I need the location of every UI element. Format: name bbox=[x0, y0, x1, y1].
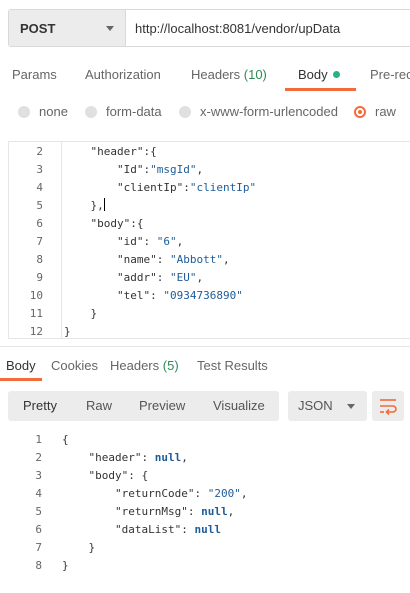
visualize-button[interactable]: Visualize bbox=[213, 398, 265, 413]
chevron-down-icon bbox=[106, 26, 114, 31]
line-number: 9 bbox=[36, 271, 43, 284]
code-line: "header":{ bbox=[64, 145, 157, 158]
code-line: } bbox=[62, 559, 69, 572]
line-number: 12 bbox=[29, 325, 43, 338]
preview-button[interactable]: Preview bbox=[139, 398, 185, 413]
radio-form-data-label: form-data bbox=[106, 104, 162, 119]
code-line: } bbox=[64, 325, 71, 338]
view-mode-group: Pretty Raw Preview Visualize bbox=[8, 391, 279, 421]
radio-none-label: none bbox=[39, 104, 68, 119]
radio-raw[interactable]: raw bbox=[354, 104, 396, 119]
code-line: } bbox=[62, 541, 96, 554]
tab-body-label: Body bbox=[298, 67, 328, 82]
line-number: 3 bbox=[35, 469, 42, 482]
code-line: "returnMsg": null, bbox=[62, 505, 235, 518]
radio-none[interactable]: none bbox=[18, 104, 68, 119]
line-number: 7 bbox=[35, 541, 42, 554]
panel-divider[interactable] bbox=[0, 346, 410, 347]
response-tab-headers-label: Headers bbox=[110, 358, 160, 373]
code-line: "addr": "EU", bbox=[64, 271, 204, 284]
line-number: 5 bbox=[36, 199, 43, 212]
code-line: { bbox=[62, 433, 69, 446]
code-line: "body": { bbox=[62, 469, 149, 482]
active-tab-indicator bbox=[0, 378, 42, 381]
response-tab-test-results-label: Test Results bbox=[197, 358, 268, 373]
code-line: "name": "Abbott", bbox=[64, 253, 230, 266]
response-body-viewer[interactable]: 1 {2 "header": null, 3 "body": { 4 "returnC… bbox=[0, 430, 410, 580]
pretty-button[interactable]: Pretty bbox=[23, 398, 57, 413]
radio-raw-label: raw bbox=[375, 104, 396, 119]
tab-prerequest[interactable]: Pre-rec bbox=[370, 67, 410, 82]
line-number: 2 bbox=[36, 145, 43, 158]
radio-selected-icon bbox=[354, 105, 366, 118]
line-number: 5 bbox=[35, 505, 42, 518]
radio-icon bbox=[18, 105, 30, 118]
tab-prerequest-label: Pre-rec bbox=[370, 67, 410, 82]
line-number: 11 bbox=[29, 307, 43, 320]
response-tabs: Body Cookies Headers (5) Test Results bbox=[0, 352, 410, 382]
request-tabs: Params Authorization Headers (10) Body P… bbox=[0, 58, 410, 92]
code-line: "id": "6", bbox=[64, 235, 184, 248]
radio-icon bbox=[179, 105, 191, 118]
radio-icon bbox=[85, 105, 97, 118]
method-select[interactable]: POST bbox=[9, 10, 126, 46]
line-number: 4 bbox=[35, 487, 42, 500]
code-line: }, bbox=[64, 198, 105, 212]
format-select[interactable]: JSON bbox=[288, 391, 367, 421]
response-tab-cookies[interactable]: Cookies bbox=[51, 358, 98, 373]
code-line: "header": null, bbox=[62, 451, 188, 464]
request-bar: POST http://localhost:8081/vendor/upData bbox=[8, 9, 410, 47]
line-number: 8 bbox=[36, 253, 43, 266]
tab-body[interactable]: Body bbox=[298, 67, 340, 82]
line-number: 1 bbox=[35, 433, 42, 446]
text-cursor bbox=[103, 198, 105, 211]
code-line: "returnCode": "200", bbox=[62, 487, 248, 500]
tab-authorization[interactable]: Authorization bbox=[85, 67, 161, 82]
active-dot-icon bbox=[332, 71, 340, 78]
tab-headers-label: Headers bbox=[191, 67, 241, 82]
response-tab-headers-count: (5) bbox=[162, 358, 179, 373]
line-number: 8 bbox=[35, 559, 42, 572]
tab-params-label: Params bbox=[12, 67, 57, 82]
code-line: "tel": "0934736890" bbox=[64, 289, 243, 302]
raw-button[interactable]: Raw bbox=[86, 398, 112, 413]
code-line: "body":{ bbox=[64, 217, 144, 230]
tab-params[interactable]: Params bbox=[12, 67, 57, 82]
response-toolbar: Pretty Raw Preview Visualize JSON bbox=[8, 391, 410, 421]
radio-form-data[interactable]: form-data bbox=[85, 104, 162, 119]
response-tab-cookies-label: Cookies bbox=[51, 358, 98, 373]
wrap-lines-icon bbox=[380, 399, 397, 416]
code-line: "Id":"msgId", bbox=[64, 163, 204, 176]
code-line: "clientIp":"clientIp" bbox=[64, 181, 257, 194]
radio-urlencoded-label: x-www-form-urlencoded bbox=[200, 104, 338, 119]
code-line: } bbox=[64, 307, 98, 320]
active-tab-indicator bbox=[285, 88, 356, 91]
url-input[interactable]: http://localhost:8081/vendor/upData bbox=[135, 21, 340, 36]
format-select-label: JSON bbox=[298, 398, 333, 413]
method-label: POST bbox=[20, 21, 56, 36]
line-number: 3 bbox=[36, 163, 43, 176]
line-number: 10 bbox=[29, 289, 43, 302]
chevron-down-icon bbox=[347, 404, 355, 409]
line-number: 6 bbox=[35, 523, 42, 536]
response-tab-headers[interactable]: Headers (5) bbox=[110, 358, 179, 373]
tab-authorization-label: Authorization bbox=[85, 67, 161, 82]
line-number: 6 bbox=[36, 217, 43, 230]
body-type-options: none form-data x-www-form-urlencoded raw bbox=[0, 102, 410, 122]
response-tab-test-results[interactable]: Test Results bbox=[197, 358, 268, 373]
tab-headers[interactable]: Headers (10) bbox=[191, 67, 267, 82]
line-number: 2 bbox=[35, 451, 42, 464]
response-tab-body[interactable]: Body bbox=[6, 358, 36, 373]
wrap-lines-button[interactable] bbox=[372, 391, 404, 421]
tab-headers-count: (10) bbox=[243, 67, 267, 82]
code-line: "dataList": null bbox=[62, 523, 221, 536]
line-number: 4 bbox=[36, 181, 43, 194]
radio-urlencoded[interactable]: x-www-form-urlencoded bbox=[179, 104, 338, 119]
response-tab-body-label: Body bbox=[6, 358, 36, 373]
request-body-editor[interactable]: 2 "header":{ 3 "Id":"msgId", 4 "clientIp":… bbox=[8, 141, 410, 339]
line-number: 7 bbox=[36, 235, 43, 248]
